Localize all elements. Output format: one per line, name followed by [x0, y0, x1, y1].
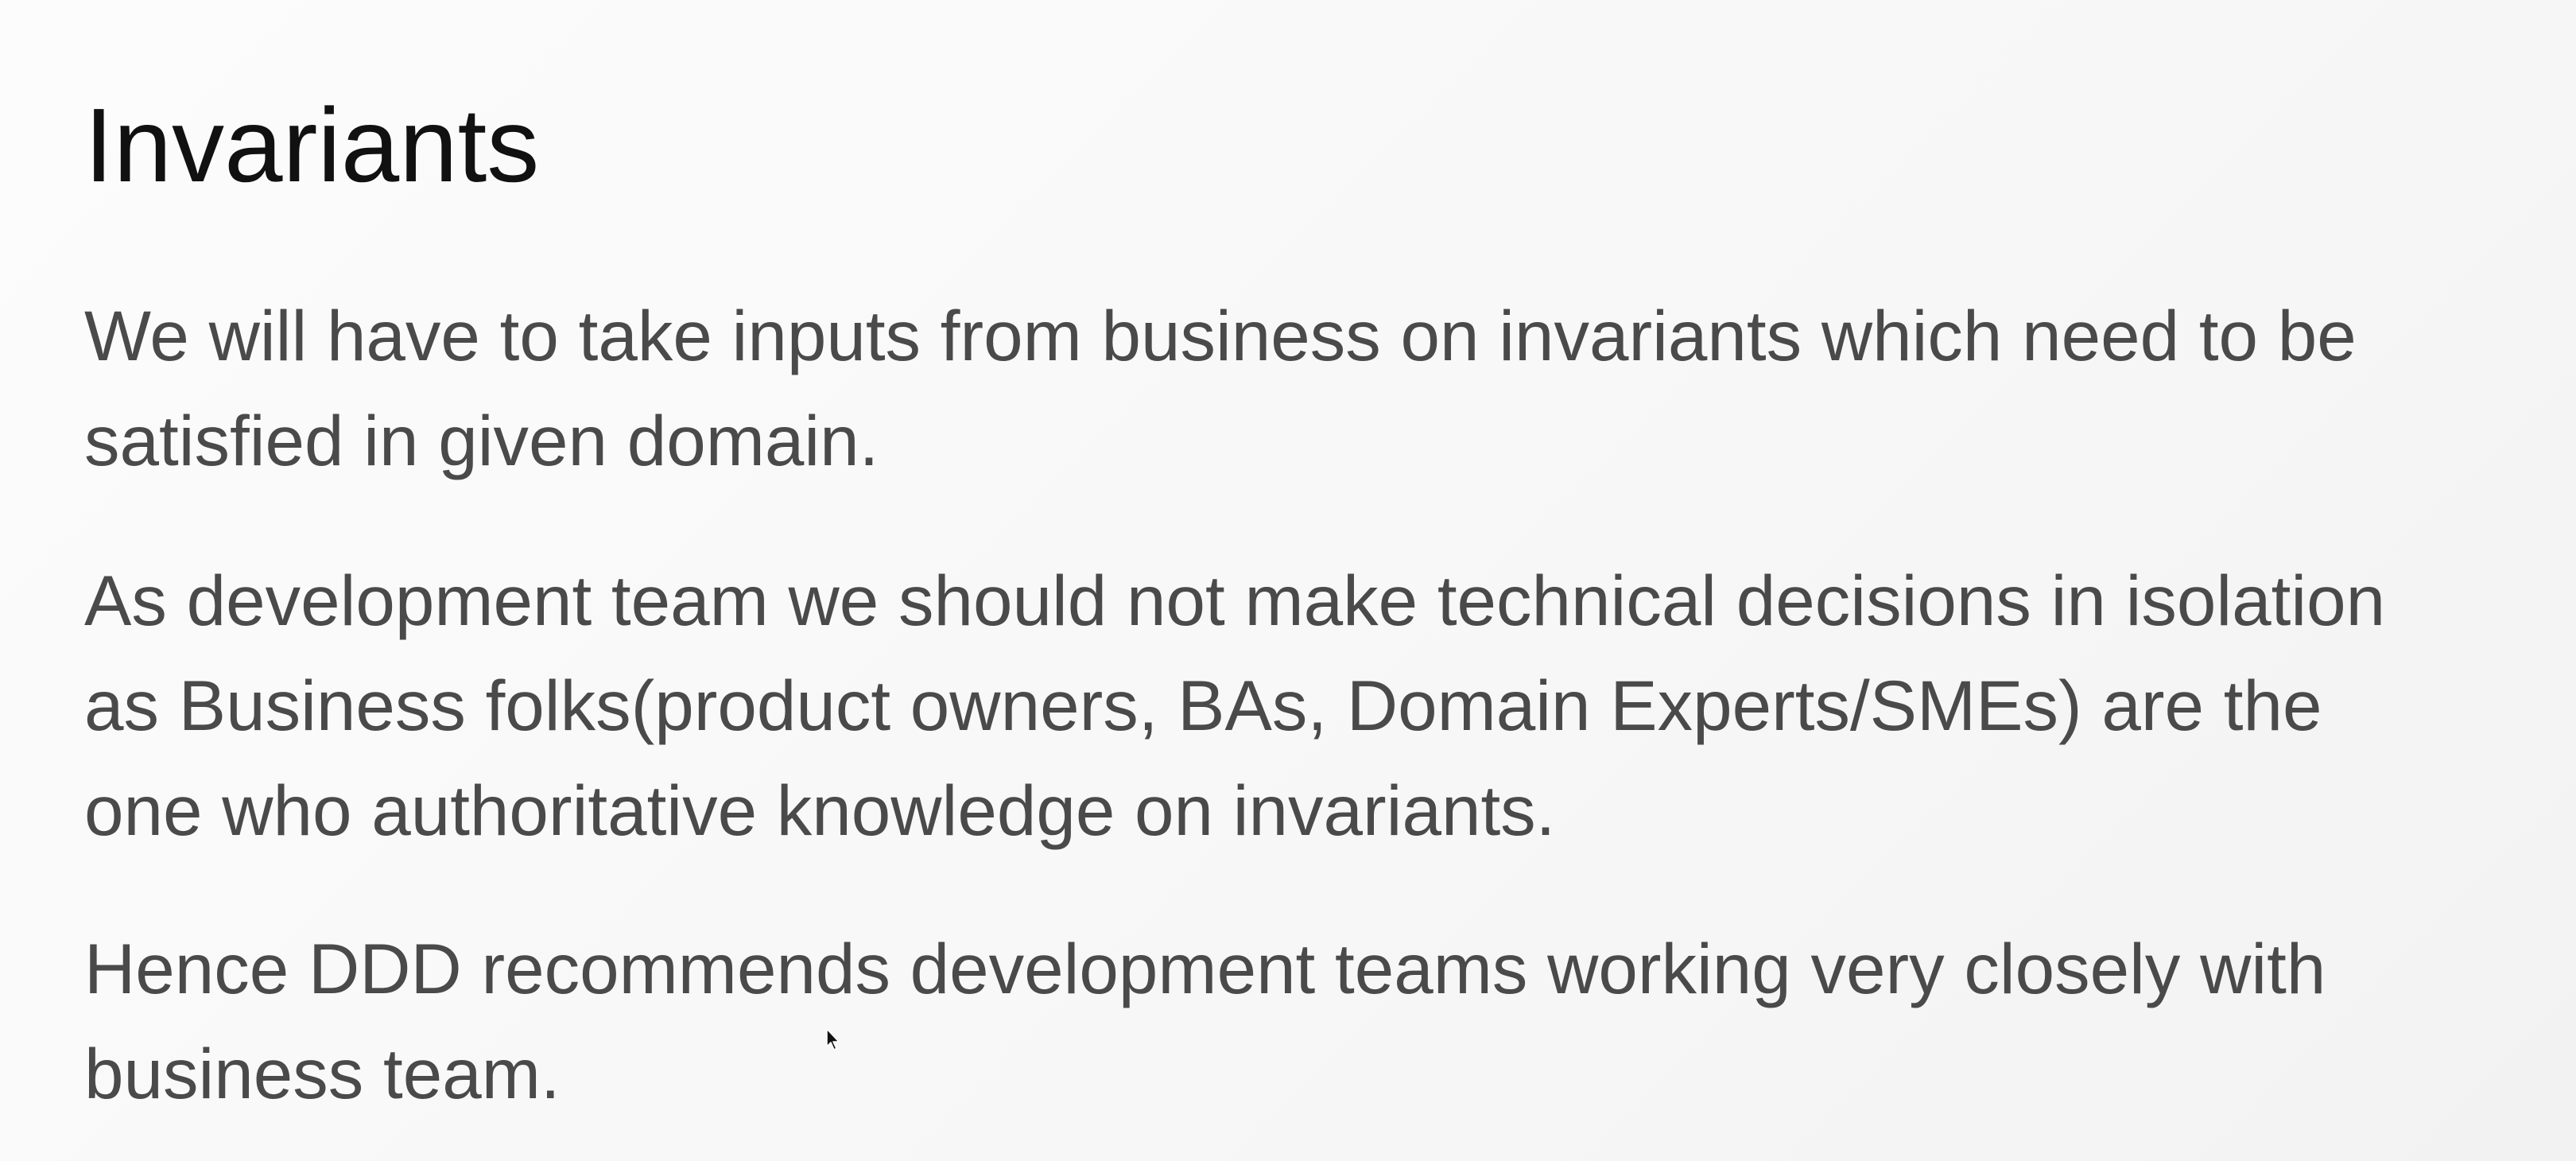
text-line: Hence DDD recommends development teams w… [84, 929, 2326, 1008]
text-line: one who authoritative knowledge on invar… [84, 771, 1556, 850]
text-line: We will have to take inputs from busines… [84, 296, 2357, 375]
paragraph-ddd-recommendation: Hence DDD recommends development teams w… [84, 916, 2533, 1126]
paragraph-business-inputs: We will have to take inputs from busines… [84, 283, 2533, 493]
slide-title: Invariants [84, 87, 540, 204]
presentation-slide: Invariants We will have to take inputs f… [0, 0, 2576, 1161]
text-line: As development team we should not make t… [84, 561, 2386, 640]
mouse-pointer-icon [826, 1028, 840, 1050]
paragraph-technical-decisions: As development team we should not make t… [84, 548, 2533, 863]
text-line: satisfied in given domain. [84, 401, 879, 480]
text-line: as Business folks(product owners, BAs, D… [84, 666, 2322, 745]
text-line: business team. [84, 1034, 561, 1113]
